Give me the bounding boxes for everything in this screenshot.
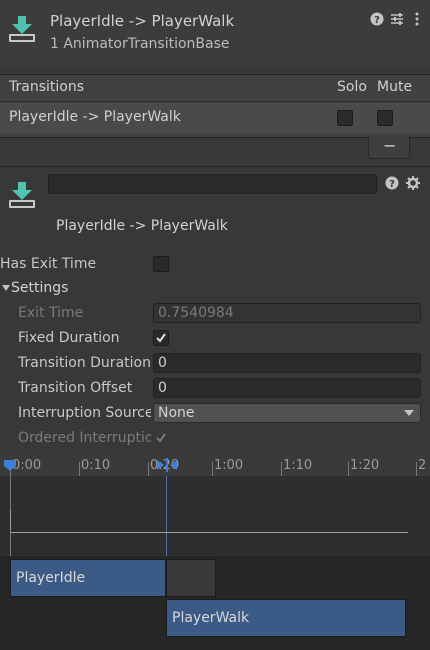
dest-state-bar[interactable]: PlayerWalk: [166, 599, 406, 637]
fixed-duration-label: Fixed Duration: [18, 330, 120, 346]
header-subtitle: 1 AnimatorTransitionBase: [50, 36, 230, 52]
interruption-source-label-wrap: Interruption Source: [18, 405, 151, 421]
gear-icon[interactable]: [406, 176, 420, 190]
svg-text:?: ?: [389, 179, 395, 190]
transitions-list: Transitions Solo Mute PlayerIdle -> Play…: [0, 74, 430, 138]
transition-title: PlayerIdle -> PlayerWalk: [56, 218, 228, 234]
ordered-interruption-label: Ordered Interruption: [18, 430, 151, 446]
interruption-source-value: None: [158, 405, 195, 421]
source-state-overlap: [166, 559, 216, 597]
svg-text:?: ?: [374, 15, 380, 26]
source-state-bar[interactable]: PlayerIdle: [10, 559, 166, 597]
exit-time-label: Exit Time: [18, 305, 84, 321]
has-exit-time-checkbox[interactable]: [153, 256, 169, 272]
ordered-interruption-label-wrap: Ordered Interruption: [18, 430, 151, 446]
check-icon: [156, 333, 166, 343]
transition-timeline[interactable]: 0:00 0:10 0:20 1:00 1:10 1:20 2 PlayerId…: [0, 454, 430, 650]
transition-duration-label: Transition Duration: [18, 355, 151, 371]
source-state-label: PlayerIdle: [16, 570, 86, 586]
interruption-source-dropdown[interactable]: None: [153, 403, 421, 423]
playhead-marker-icon[interactable]: [3, 458, 17, 472]
transition-offset-field[interactable]: 0: [153, 378, 421, 398]
inspector-header: PlayerIdle -> PlayerWalk 1 AnimatorTrans…: [0, 0, 430, 66]
fixed-duration-checkbox[interactable]: [153, 330, 169, 346]
header-title: PlayerIdle -> PlayerWalk: [50, 12, 235, 30]
foldout-arrow-icon[interactable]: [2, 284, 10, 292]
transition-icon: [9, 182, 35, 208]
transition-handle-icon[interactable]: [156, 458, 178, 472]
transition-row-label: PlayerIdle -> PlayerWalk: [9, 109, 181, 125]
mute-column-label: Mute: [377, 79, 413, 95]
remove-button-label: −: [383, 136, 397, 155]
mute-checkbox[interactable]: [377, 110, 393, 126]
chevron-down-icon: [404, 410, 414, 416]
interruption-source-label: Interruption Source: [18, 405, 151, 421]
transition-offset-label: Transition Offset: [18, 380, 133, 396]
tick-label: 0:10: [81, 458, 111, 473]
ordered-interruption-checkbox: [156, 433, 166, 443]
remove-transition-button[interactable]: −: [368, 136, 410, 159]
tick-label: 2: [418, 458, 427, 473]
tick-label: 1:10: [283, 458, 313, 473]
has-exit-time-label: Has Exit Time: [0, 256, 97, 272]
help-icon[interactable]: ?: [385, 176, 399, 190]
timeline-ruler: 0:00 0:10 0:20 1:00 1:10 1:20 2: [0, 454, 430, 476]
solo-column-label: Solo: [337, 79, 367, 95]
divider: [0, 166, 430, 167]
dest-state-label: PlayerWalk: [172, 610, 250, 626]
curve-line: [10, 532, 408, 533]
transitions-header: Transitions Solo Mute: [0, 75, 430, 102]
timeline-track-area[interactable]: PlayerIdle PlayerWalk: [0, 476, 430, 650]
transition-row[interactable]: PlayerIdle -> PlayerWalk: [0, 103, 430, 133]
settings-foldout[interactable]: Settings: [11, 280, 68, 296]
transitions-heading: Transitions: [9, 79, 84, 95]
more-menu-icon[interactable]: [410, 12, 424, 26]
transition-duration-label-wrap: Transition Duration: [18, 355, 151, 371]
transition-icon: [9, 16, 35, 42]
transition-name-field[interactable]: [48, 174, 377, 194]
solo-checkbox[interactable]: [337, 110, 353, 126]
tick-label: 1:20: [350, 458, 380, 473]
help-icon[interactable]: ?: [370, 12, 384, 26]
transition-duration-field[interactable]: 0: [153, 353, 421, 373]
exit-time-field: 0.7540984: [153, 303, 421, 323]
tick-label: 1:00: [214, 458, 244, 473]
preset-icon[interactable]: [390, 12, 404, 26]
